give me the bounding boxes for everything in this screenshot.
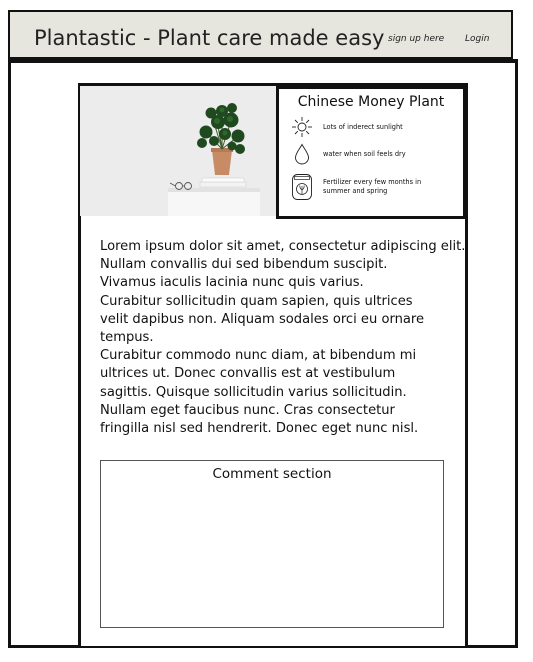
care-fertilizer-text: Fertilizer every few months in summer an… <box>323 178 422 195</box>
plant-info-box: Chinese Money Plant Lots of inderect sun… <box>276 86 466 219</box>
fertilizer-bag-icon <box>291 173 313 201</box>
sign-up-link[interactable]: sign up here <box>388 34 444 44</box>
plant-photo-illustration <box>80 86 278 216</box>
sun-icon <box>291 116 313 138</box>
header-bar: Plantastic - Plant care made easy sign u… <box>8 10 513 59</box>
care-light-text: Lots of inderect sunlight <box>323 122 403 131</box>
care-item-fertilizer: Fertilizer every few months in summer an… <box>291 173 421 201</box>
water-drop-icon <box>291 143 313 165</box>
care-item-light: Lots of inderect sunlight <box>291 116 403 138</box>
article-body-text: Lorem ipsum dolor sit amet, consectetur … <box>100 239 466 437</box>
plant-photo <box>80 86 278 216</box>
site-title: Plantastic - Plant care made easy <box>34 26 385 50</box>
login-link[interactable]: Login <box>465 34 489 44</box>
care-item-water: water when soil feels dry <box>291 143 406 165</box>
care-water-text: water when soil feels dry <box>323 149 406 158</box>
comment-section-title: Comment section <box>212 466 332 482</box>
comment-section[interactable]: Comment section <box>100 460 444 628</box>
plant-name: Chinese Money Plant <box>297 94 445 110</box>
